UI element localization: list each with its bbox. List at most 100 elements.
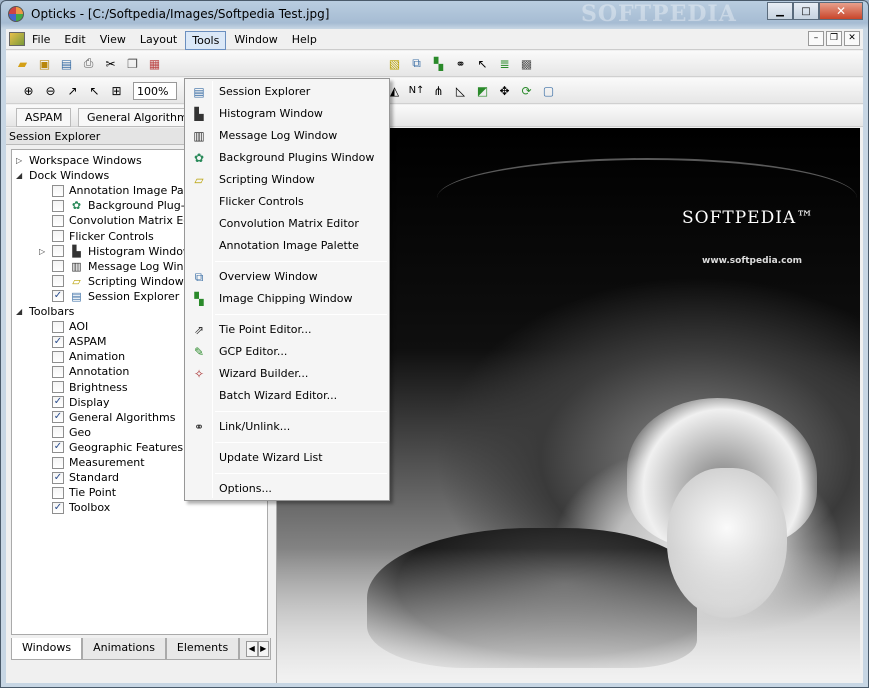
visibility-checkbox[interactable] <box>52 456 64 469</box>
print-icon[interactable]: ⎙ <box>80 55 97 72</box>
screenshot-icon[interactable]: ▢ <box>540 82 557 99</box>
mdi-minimize-button[interactable]: – <box>808 31 824 46</box>
menu-item-overview-window[interactable]: ⧉ Overview Window <box>187 266 387 288</box>
menu-file[interactable]: File <box>26 31 56 50</box>
tree-item[interactable]: ✓ Geographic Features <box>39 440 183 455</box>
visibility-checkbox[interactable] <box>52 320 64 333</box>
visibility-checkbox[interactable]: ✓ <box>52 396 64 409</box>
visibility-checkbox[interactable]: ✓ <box>52 290 64 303</box>
menu-item-annotation-image-palette[interactable]: Annotation Image Palette <box>187 235 387 257</box>
visibility-checkbox[interactable] <box>52 381 64 393</box>
visibility-checkbox[interactable] <box>52 486 64 499</box>
open-session-icon[interactable]: ▣ <box>36 55 53 72</box>
close-button[interactable]: ✕ <box>819 2 863 20</box>
tree-item[interactable]: ✓ Toolbox <box>39 500 110 515</box>
zoom-out-icon[interactable]: ⊖ <box>42 82 59 99</box>
menu-item-session-explorer[interactable]: ▤ Session Explorer <box>187 81 387 103</box>
menu-item-batch-wizard-editor[interactable]: Batch Wizard Editor... <box>187 385 387 407</box>
visibility-checkbox[interactable]: ✓ <box>52 501 64 514</box>
menu-item-flicker-controls[interactable]: Flicker Controls <box>187 191 387 213</box>
chip-toolbar-icon[interactable]: ▚ <box>430 55 447 72</box>
visibility-checkbox[interactable] <box>52 199 64 212</box>
visibility-checkbox[interactable]: ✓ <box>52 471 64 484</box>
color-bands-icon[interactable]: ◩ <box>474 82 491 99</box>
menu-layout[interactable]: Layout <box>134 31 183 50</box>
expander-icon[interactable]: ▷ <box>16 156 25 165</box>
mdi-restore-button[interactable]: ❐ <box>826 31 842 46</box>
tab-animations[interactable]: Animations <box>82 638 166 660</box>
properties-icon[interactable]: ▩ <box>518 55 535 72</box>
north-arrow-icon[interactable]: N↑ <box>408 82 425 99</box>
tree-item[interactable]: Tie Point <box>39 485 116 500</box>
menu-item-gcp-editor[interactable]: ✎ GCP Editor... <box>187 341 387 363</box>
zoom-rect-icon[interactable]: ⊞ <box>108 82 125 99</box>
link-toolbar-icon[interactable]: ⚭ <box>452 55 469 72</box>
tree-item[interactable]: ✓ ASPAM <box>39 334 106 349</box>
tree-item[interactable]: ✓ Standard <box>39 470 119 485</box>
tree-item[interactable]: ▱ Scripting Window <box>39 274 184 289</box>
tree-item[interactable]: Animation <box>39 349 125 364</box>
layers-icon[interactable]: ≣ <box>496 55 513 72</box>
copy-icon[interactable]: ❐ <box>124 55 141 72</box>
tree-item[interactable]: Measurement <box>39 455 145 470</box>
aspam-toolbar-button[interactable]: ASPAM <box>16 108 72 127</box>
tree-item[interactable]: ✓ ▤ Session Explorer <box>39 289 179 304</box>
tree-item[interactable]: Brightness <box>39 380 128 395</box>
tree-item[interactable]: AOI <box>39 319 88 334</box>
visibility-checkbox[interactable] <box>52 426 64 439</box>
visibility-checkbox[interactable] <box>52 184 64 197</box>
menu-help[interactable]: Help <box>286 31 323 50</box>
menu-item-link-unlink[interactable]: ⚭ Link/Unlink... <box>187 416 387 438</box>
flip-icon[interactable]: ⋔ <box>430 82 447 99</box>
visibility-checkbox[interactable]: ✓ <box>52 335 64 348</box>
menu-tools[interactable]: Tools <box>185 31 227 50</box>
tree-item[interactable]: ▥ Message Log Window <box>39 259 206 274</box>
scroll-toolbar-icon[interactable]: ▧ <box>386 55 403 72</box>
menu-item-convolution-matrix-editor[interactable]: Convolution Matrix Editor <box>187 213 387 235</box>
title-bar[interactable]: Opticks - [C:/Softpedia/Images/Softpedia… <box>1 1 868 28</box>
menu-view[interactable]: View <box>94 31 132 50</box>
skew-icon[interactable]: ◺ <box>452 82 469 99</box>
menu-item-background-plugins-window[interactable]: ✿ Background Plugins Window <box>187 147 387 169</box>
tree-item[interactable]: ✓ General Algorithms <box>39 410 175 425</box>
expander-icon[interactable]: ◢ <box>16 171 25 180</box>
tab-elements[interactable]: Elements <box>165 638 240 660</box>
expander-icon[interactable]: ▷ <box>39 247 48 256</box>
zoom-point-out-icon[interactable]: ↖ <box>86 82 103 99</box>
visibility-checkbox[interactable] <box>52 365 64 378</box>
visibility-checkbox[interactable] <box>52 245 64 258</box>
tree-item[interactable]: Geo <box>39 425 91 440</box>
tree-item[interactable]: ◢ Dock Windows <box>16 168 109 183</box>
tree-item[interactable]: ✿ Background Plug-ins <box>39 198 201 213</box>
refresh-icon[interactable]: ⟳ <box>518 82 535 99</box>
menu-item-image-chipping-window[interactable]: ▚ Image Chipping Window <box>187 288 387 310</box>
save-icon[interactable]: ▤ <box>58 55 75 72</box>
tab-scroll-right-button[interactable]: ▶ <box>257 641 269 657</box>
visibility-checkbox[interactable] <box>52 214 64 227</box>
cut-icon[interactable]: ✂ <box>102 55 119 72</box>
zoom-point-in-icon[interactable]: ↗ <box>64 82 81 99</box>
document-icon[interactable] <box>9 32 25 46</box>
menu-item-tie-point-editor[interactable]: ⇗ Tie Point Editor... <box>187 319 387 341</box>
visibility-checkbox[interactable]: ✓ <box>52 411 64 424</box>
zoom-level-field[interactable]: 100% <box>133 82 177 100</box>
open-folder-icon[interactable]: ▰ <box>14 55 31 72</box>
menu-edit[interactable]: Edit <box>58 31 91 50</box>
menu-item-scripting-window[interactable]: ▱ Scripting Window <box>187 169 387 191</box>
menu-window[interactable]: Window <box>228 31 283 50</box>
tree-item[interactable]: Flicker Controls <box>39 229 154 244</box>
tab-scroll-left-button[interactable]: ◀ <box>246 641 258 657</box>
tree-item[interactable]: ▷ Workspace Windows <box>16 153 142 168</box>
menu-item-options[interactable]: Options... <box>187 478 387 500</box>
expander-icon[interactable]: ◢ <box>16 307 25 316</box>
pan-icon[interactable]: ✥ <box>496 82 513 99</box>
tab-windows[interactable]: Windows <box>11 638 83 660</box>
pointer-icon[interactable]: ↖ <box>474 55 491 72</box>
tree-item[interactable]: Annotation <box>39 364 129 379</box>
paste-icon[interactable]: ▦ <box>146 55 163 72</box>
tile-windows-icon[interactable]: ⧉ <box>408 55 425 72</box>
visibility-checkbox[interactable] <box>52 260 64 273</box>
maximize-button[interactable]: □ <box>793 2 819 20</box>
menu-item-histogram-window[interactable]: ▙ Histogram Window <box>187 103 387 125</box>
menu-item-wizard-builder[interactable]: ✧ Wizard Builder... <box>187 363 387 385</box>
